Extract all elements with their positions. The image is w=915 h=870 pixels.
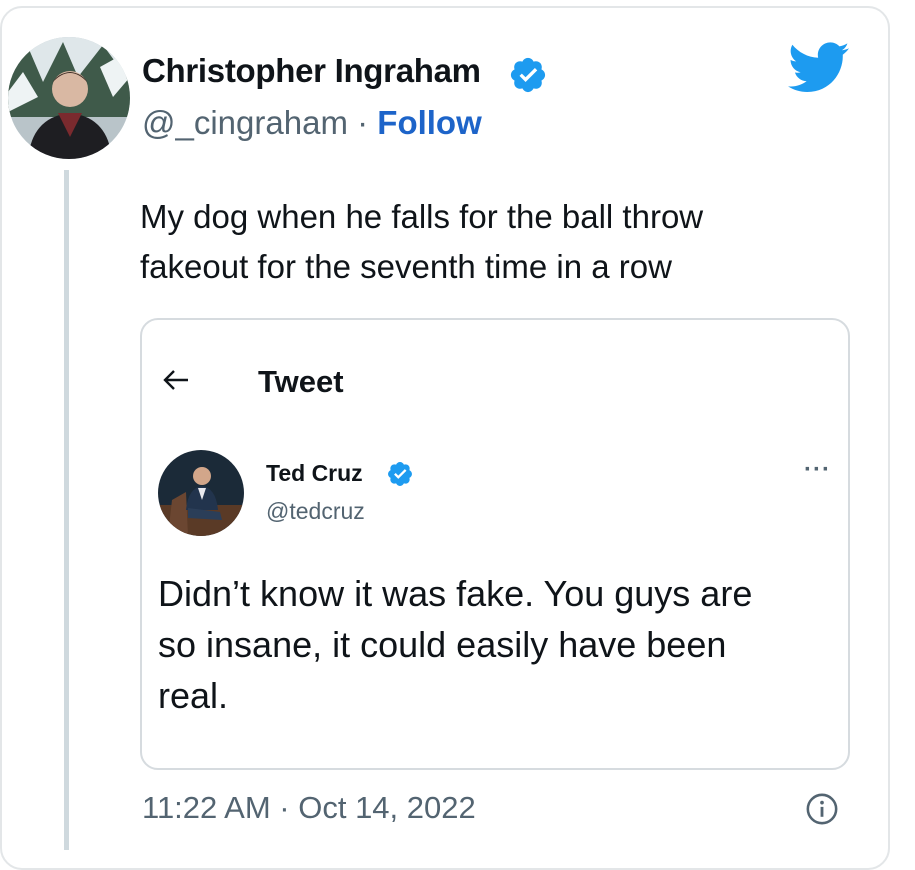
embedded-header-title: Tweet (258, 364, 344, 399)
info-icon[interactable] (805, 792, 839, 826)
tweet-timestamp[interactable]: 11:22 AM · Oct 14, 2022 (142, 790, 476, 826)
author-handle-row: @_cingraham · Follow (142, 104, 482, 142)
embedded-screenshot[interactable]: Tweet Ted Cruz @tedcruz ··· Didn’t know … (140, 318, 850, 770)
follow-button[interactable]: Follow (377, 104, 481, 141)
verified-badge-icon (510, 57, 546, 93)
back-arrow-icon (162, 368, 190, 398)
separator-dot: · (357, 104, 369, 141)
thread-line (64, 170, 69, 850)
twitter-bird-icon[interactable] (788, 42, 850, 94)
embedded-text-line: real. (158, 675, 229, 716)
embedded-text-line: Didn’t know it was fake. You guys are (158, 573, 753, 614)
tweet-text-line: My dog when he falls for the ball throw (140, 198, 704, 235)
author-handle[interactable]: @_cingraham (142, 104, 348, 141)
embedded-text-line: so insane, it could easily have been (158, 624, 727, 665)
cruz-handle: @tedcruz (266, 498, 365, 524)
verified-badge-icon (388, 462, 412, 486)
author-name[interactable]: Christopher Ingraham (142, 52, 481, 90)
tweet-text-line: fakeout for the seventh time in a row (140, 248, 672, 285)
cruz-name: Ted Cruz (266, 460, 363, 486)
cruz-avatar (158, 450, 244, 536)
more-options-icon: ··· (804, 456, 831, 483)
tweet-text: My dog when he falls for the ball throw … (140, 192, 840, 292)
author-avatar[interactable] (8, 37, 130, 159)
embedded-tweet-text: Didn’t know it was fake. You guys are so… (158, 568, 848, 721)
